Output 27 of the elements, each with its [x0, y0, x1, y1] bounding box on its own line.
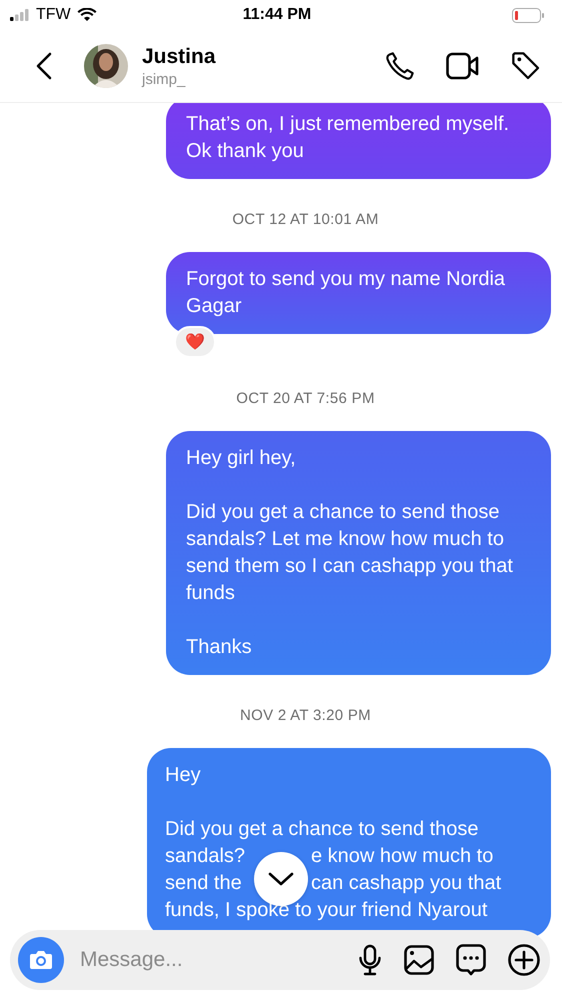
timestamp: NOV 2 AT 3:20 PM — [240, 707, 371, 724]
camera-button[interactable] — [18, 937, 64, 983]
signal-icon — [10, 9, 30, 21]
clock-time: 11:44 PM — [242, 6, 312, 24]
battery-icon — [512, 8, 544, 22]
chevron-down-icon — [268, 872, 294, 886]
microphone-icon[interactable] — [358, 944, 382, 976]
message-bubble: Hey Did you get a chance to send those sandals? e know how much to send the can cashapp you that funds, I spoke to your friend Nyarout — [147, 748, 551, 938]
phone-icon[interactable] — [384, 50, 416, 82]
timestamp: OCT 20 AT 7:56 PM — [236, 390, 375, 407]
chat-bubble-icon[interactable] — [456, 944, 486, 976]
message-bubble: That’s on, I just remembered myself. Ok thank you — [166, 103, 551, 179]
message-input[interactable]: Message... — [78, 947, 358, 973]
carrier-name: TFW — [36, 6, 71, 24]
contact-name: Justina — [142, 44, 217, 68]
reaction: ❤ — [174, 326, 216, 358]
message-bubble: Forgot to send you my name Nordia Gagar — [166, 252, 551, 334]
wifi-icon — [76, 8, 97, 22]
back-icon[interactable] — [36, 52, 52, 80]
image-icon[interactable] — [404, 945, 434, 975]
camera-icon — [29, 950, 53, 970]
timestamp: OCT 12 AT 10:01 AM — [232, 211, 379, 228]
tag-icon[interactable] — [510, 50, 542, 82]
video-camera-icon[interactable] — [446, 52, 480, 80]
message-bubble: Hey girl hey, Did you get a chance to send those sandals? Let me know how much to send them so I can cashapp you that funds Thanks — [166, 431, 551, 675]
plus-icon[interactable] — [508, 944, 540, 976]
username: jsimp_ — [142, 70, 186, 88]
